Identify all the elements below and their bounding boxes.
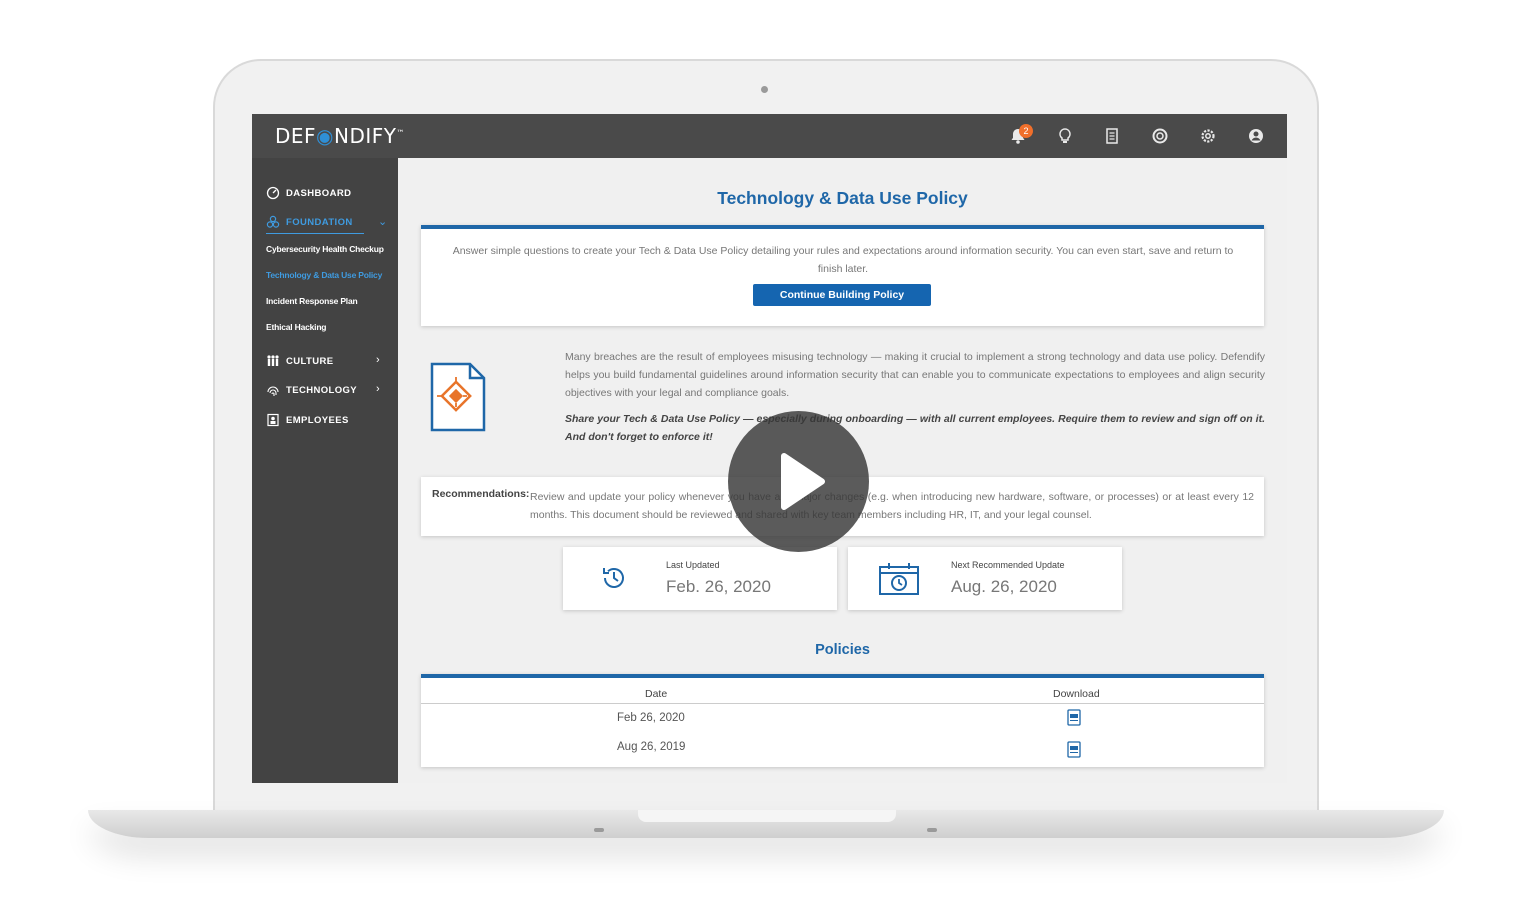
logo-shield-icon: ◉	[316, 124, 334, 148]
intro-card: Answer simple questions to create your T…	[421, 225, 1264, 326]
nav-ethical-hacking[interactable]: Ethical Hacking	[266, 322, 327, 332]
nav-employees-label: EMPLOYEES	[286, 414, 349, 426]
chevron-right-icon[interactable]: ›	[376, 383, 380, 395]
nav-foundation[interactable]: FOUNDATION	[266, 214, 353, 230]
people-icon	[267, 355, 279, 366]
gear-icon[interactable]	[1198, 126, 1218, 146]
table-row-date: Feb 26, 2020	[617, 712, 685, 724]
logo-trademark: ™	[396, 128, 405, 138]
page-title: Technology & Data Use Policy	[717, 188, 968, 208]
last-updated-card: Last Updated Feb. 26, 2020	[563, 547, 837, 610]
active-underline	[266, 233, 364, 234]
book-icon[interactable]	[1102, 126, 1122, 146]
video-play-button[interactable]	[728, 411, 869, 552]
nav-technology[interactable]: TECHNOLOGY	[266, 382, 357, 398]
table-row-date: Aug 26, 2019	[617, 741, 686, 753]
policy-emphasis: Share your Tech & Data Use Policy — espe…	[565, 413, 1265, 443]
foundation-icon	[266, 215, 280, 228]
pdf-icon[interactable]	[1067, 741, 1081, 758]
laptop-camera	[761, 86, 768, 93]
recommendations-text: Review and update your policy whenever y…	[530, 491, 1254, 521]
policies-table: Date Download Feb 26, 2020 Aug 26, 2019	[421, 674, 1264, 767]
history-clock-icon	[603, 568, 624, 588]
nav-technology-label: TECHNOLOGY	[286, 384, 358, 396]
column-header-download: Download	[1053, 688, 1100, 700]
laptop-base-notch	[638, 810, 896, 822]
last-updated-value: Feb. 26, 2020	[666, 577, 771, 596]
nav-incident-response-plan[interactable]: Incident Response Plan	[266, 296, 358, 306]
laptop-foot	[594, 828, 604, 832]
lightbulb-icon[interactable]	[1055, 126, 1075, 146]
chevron-right-icon[interactable]: ›	[376, 354, 380, 366]
next-update-card: Next Recommended Update Aug. 26, 2020	[848, 547, 1122, 610]
intro-text: Answer simple questions to create your T…	[452, 245, 1234, 275]
laptop-foot	[927, 828, 937, 832]
nav-cybersecurity-health-checkup[interactable]: Cybersecurity Health Checkup	[266, 244, 384, 254]
logo-text-end: NDIFY	[334, 124, 397, 148]
play-icon	[781, 453, 825, 510]
nav-tech-data-use-policy[interactable]: Technology & Data Use Policy	[266, 270, 382, 280]
sidebar: DASHBOARD FOUNDATION ⌄ Cybersecurity Hea…	[252, 158, 398, 783]
policies-title: Policies	[815, 642, 870, 658]
last-updated-label: Last Updated	[666, 560, 720, 570]
policy-description: Many breaches are the result of employee…	[565, 351, 1265, 399]
nav-dashboard-label: DASHBOARD	[286, 187, 352, 199]
notification-badge: 2	[1019, 124, 1033, 138]
user-icon[interactable]	[1246, 126, 1266, 146]
defendify-logo[interactable]: DEF◉NDIFY™	[275, 124, 405, 148]
fingerprint-icon	[267, 386, 279, 396]
pdf-icon[interactable]	[1067, 709, 1081, 726]
logo-text-start: DEF	[275, 124, 317, 148]
nav-culture-label: CULTURE	[286, 355, 334, 367]
policy-document-icon	[430, 362, 486, 432]
employee-icon	[267, 413, 279, 427]
nav-foundation-label: FOUNDATION	[286, 216, 353, 228]
next-update-value: Aug. 26, 2020	[951, 577, 1057, 596]
nav-employees[interactable]: EMPLOYEES	[266, 412, 349, 428]
continue-building-policy-button[interactable]: Continue Building Policy	[753, 284, 931, 306]
header-divider	[421, 703, 1264, 704]
chevron-down-icon[interactable]: ⌄	[378, 215, 387, 228]
nav-dashboard[interactable]: DASHBOARD	[266, 185, 351, 201]
nav-culture[interactable]: CULTURE	[266, 353, 333, 369]
next-update-label: Next Recommended Update	[951, 560, 1065, 570]
gauge-icon	[266, 186, 280, 200]
recommendations-label: Recommendations:	[432, 488, 530, 500]
column-header-date: Date	[645, 688, 668, 700]
calendar-clock-icon	[879, 563, 919, 595]
lifebuoy-icon[interactable]	[1150, 126, 1170, 146]
top-bar: DEF◉NDIFY™	[252, 114, 1287, 158]
